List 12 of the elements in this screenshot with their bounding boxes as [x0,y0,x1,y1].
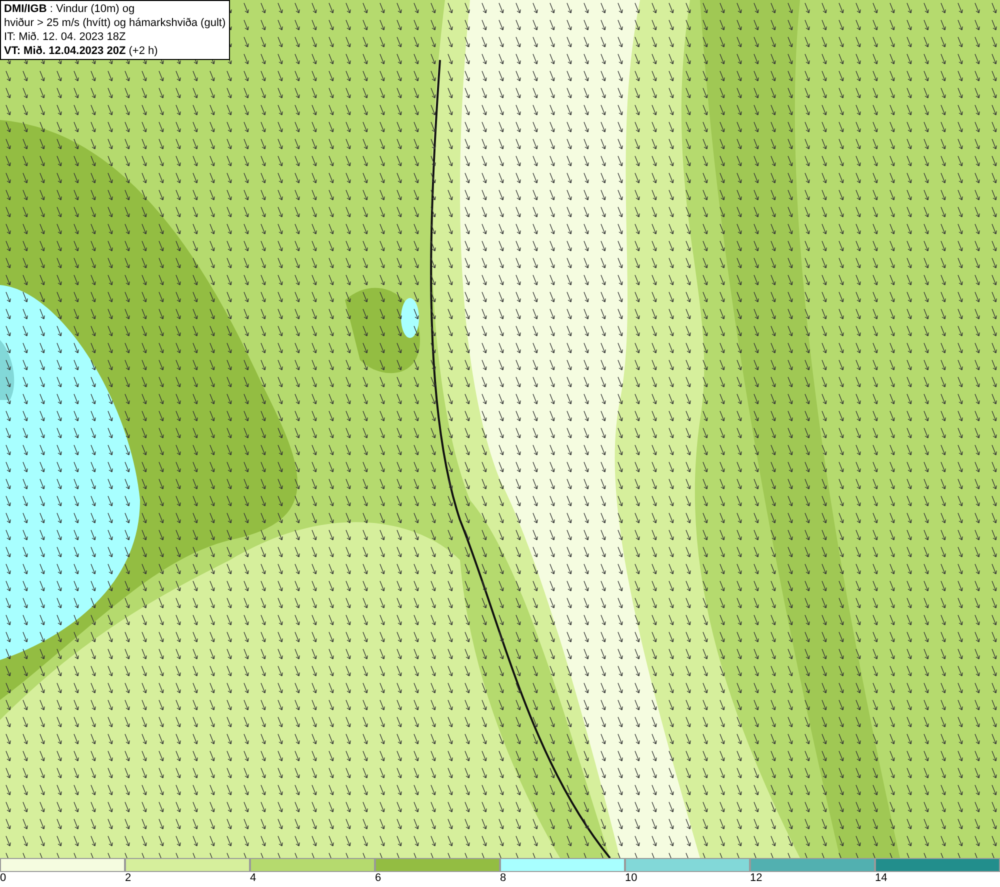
legend-label: 4 [250,872,256,885]
legend-label: 10 [625,872,638,885]
title-line: VT: Mið. 12.04.2023 20Z (+2 h) [4,44,159,58]
legend-label: 8 [500,872,506,885]
legend-label: 6 [375,872,382,885]
legend-label: 2 [125,872,132,885]
legend-label: 12 [750,872,762,885]
legend-label: 14 [875,872,888,885]
legend-label: 0 [0,872,6,885]
title-line: hviður > 25 m/s (hvítt) og hámarkshviða (gult) [4,16,226,30]
title-line: IT: Mið. 12. 04. 2023 18Z [4,30,127,44]
title-line: DMI/IGB : Vindur (10m) og [4,2,136,16]
